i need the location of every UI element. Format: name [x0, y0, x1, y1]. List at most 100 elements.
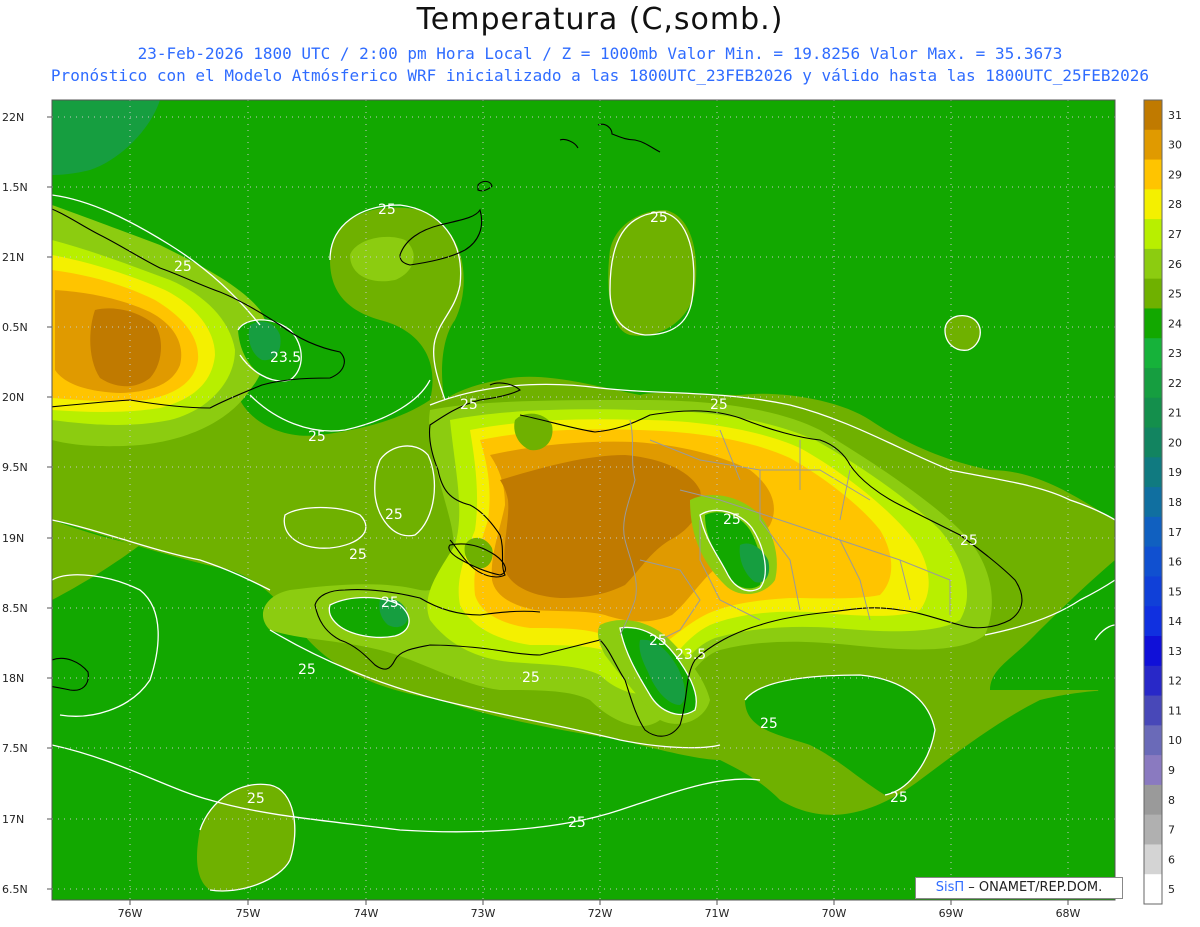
contour-label: 25	[460, 397, 478, 413]
colorbar-label: 27	[1168, 228, 1182, 241]
lon-label: 70W	[822, 907, 847, 920]
colorbar-label: 7	[1168, 824, 1175, 837]
lat-label: 17N	[2, 813, 24, 826]
contour-label: 23.5	[675, 647, 706, 663]
contour-label: 25	[381, 595, 399, 611]
colorbar-label: 28	[1168, 198, 1182, 211]
contour-label: 25	[522, 670, 540, 686]
colorbar-label: 24	[1168, 317, 1182, 330]
lat-label: 1.5N	[2, 181, 28, 194]
colorbar-swatch	[1144, 874, 1162, 905]
colorbar-label: 13	[1168, 645, 1182, 658]
colorbar-label: 5	[1168, 883, 1175, 896]
contour-label: 25	[298, 662, 316, 678]
colorbar-swatch	[1144, 100, 1162, 131]
lon-label: 76W	[118, 907, 143, 920]
colorbar-label: 26	[1168, 258, 1182, 271]
colorbar-swatch	[1144, 219, 1162, 250]
colorbar-swatch	[1144, 487, 1162, 518]
colorbar-label: 15	[1168, 585, 1182, 598]
colorbar-swatch	[1144, 516, 1162, 548]
colorbar-label: 12	[1168, 675, 1182, 688]
coast-cuba-south	[52, 636, 53, 640]
lat-label: 9.5N	[2, 461, 28, 474]
contour-label: 25	[568, 815, 586, 831]
colorbar-label: 22	[1168, 377, 1182, 390]
lon-ticks	[129, 900, 1069, 905]
lon-label: 73W	[471, 907, 496, 920]
colorbar-label: 9	[1168, 764, 1175, 777]
colorbar-label: 23	[1168, 347, 1182, 360]
contour-label: 25	[760, 716, 778, 732]
latitude-labels: 22N 1.5N 21N 0.5N 20N 9.5N 19N 8.5N 18N …	[2, 111, 28, 896]
colorbar-label: 29	[1168, 168, 1182, 181]
contour-label: 25	[349, 547, 367, 563]
contour-label: 25	[385, 507, 403, 523]
colorbar-label: 6	[1168, 853, 1175, 866]
credit-text: – ONAMET/REP.DOM.	[968, 880, 1103, 895]
colorbar-label: 10	[1168, 734, 1182, 747]
colorbar-swatch	[1144, 397, 1162, 429]
colorbar-label: 30	[1168, 139, 1182, 152]
colorbar-swatch	[1144, 606, 1162, 637]
lon-label: 69W	[939, 907, 964, 920]
contour-label: 25	[650, 210, 668, 226]
colorbar-label: 8	[1168, 794, 1175, 807]
colorbar-swatch	[1144, 636, 1162, 667]
lat-label: 21N	[2, 251, 24, 264]
colorbar-swatch	[1144, 755, 1162, 786]
contour-label: 25	[960, 533, 978, 549]
colorbar-label: 11	[1168, 704, 1182, 717]
contour-label: 25	[890, 790, 908, 806]
colorbar-swatch	[1144, 844, 1162, 875]
lat-label: 7.5N	[2, 742, 28, 755]
colorbar-label: 19	[1168, 466, 1182, 479]
lon-label: 74W	[354, 907, 379, 920]
temperature-field	[52, 100, 1115, 900]
colorbar-label: 16	[1168, 556, 1182, 569]
colorbar-swatch	[1144, 368, 1162, 399]
colorbar-label: 14	[1168, 615, 1182, 628]
credit-box: SisΠ – ONAMET/REP.DOM.	[915, 877, 1123, 899]
longitude-labels: 76W 75W 74W 73W 72W 71W 70W 69W 68W	[118, 907, 1081, 920]
temperature-map: 25 25 25 23.5 25 25 25 25 25 25 25 23.5 …	[2, 99, 1182, 920]
lat-label: 0.5N	[2, 321, 28, 334]
colorbar-swatch	[1144, 278, 1162, 309]
contour-label: 25	[710, 397, 728, 413]
colorbar-label: 20	[1168, 436, 1182, 449]
lon-label: 68W	[1056, 907, 1081, 920]
colorbar-label: 17	[1168, 526, 1182, 539]
brand-logo: SisΠ	[935, 880, 965, 895]
colorbar-label: 25	[1168, 288, 1182, 301]
colorbar-swatch	[1144, 338, 1162, 369]
colorbar-swatch	[1144, 189, 1162, 220]
colorbar-swatch	[1144, 308, 1162, 339]
colorbar-swatch	[1144, 814, 1162, 845]
colorbar-swatch	[1144, 784, 1162, 816]
lat-label: 20N	[2, 391, 24, 404]
colorbar-swatch	[1144, 159, 1162, 190]
colorbar-swatch	[1144, 725, 1162, 756]
colorbar-swatch	[1144, 665, 1162, 697]
colorbar-label: 21	[1168, 407, 1182, 420]
lat-label: 18N	[2, 672, 24, 685]
lon-label: 72W	[588, 907, 613, 920]
colorbar: 31 30 29 28 27 26 25 24 23 22 21 20 19 18 17 16 15 14 13 12…	[1143, 99, 1182, 905]
contour-label: 23.5	[270, 350, 301, 366]
colorbar-label: 31	[1168, 109, 1182, 122]
colorbar-swatch	[1144, 427, 1162, 458]
lat-label: 6.5N	[2, 883, 28, 896]
contour-label: 25	[723, 512, 741, 528]
contour-label: 25	[174, 259, 192, 275]
lat-label: 8.5N	[2, 602, 28, 615]
contour-label: 25	[649, 633, 667, 649]
colorbar-swatch	[1144, 248, 1162, 280]
colorbar-label: 18	[1168, 496, 1182, 509]
contour-label: 25	[247, 791, 265, 807]
colorbar-swatch	[1144, 129, 1162, 161]
colorbar-swatch	[1144, 576, 1162, 607]
lat-label: 22N	[2, 111, 24, 124]
lon-label: 75W	[236, 907, 261, 920]
colorbar-swatch	[1144, 695, 1162, 726]
contour-label: 25	[308, 429, 326, 445]
